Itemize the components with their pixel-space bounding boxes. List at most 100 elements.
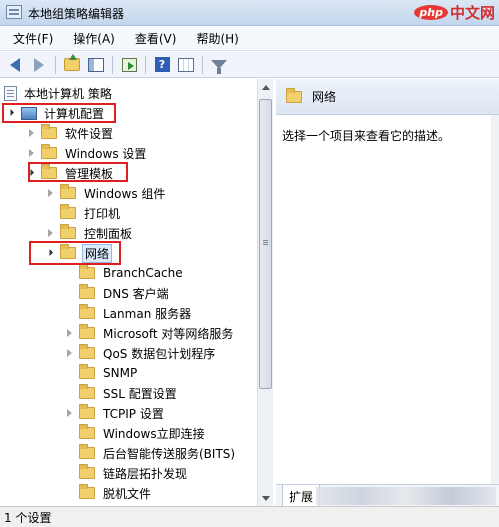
navigation-tree[interactable]: 本地计算机 策略 计算机配置 软件设置 Windows 设置 管理模板 Wind… [0, 79, 273, 506]
collapsed-triangle-icon[interactable] [26, 128, 37, 139]
scrollbar-thumb[interactable] [259, 99, 272, 389]
tree-item-microsoft-p2p[interactable]: Microsoft 对等网络服务 [64, 323, 235, 343]
tree-item-qos-scheduler[interactable]: QoS 数据包计划程序 [64, 343, 217, 363]
collapsed-triangle-icon[interactable] [45, 228, 56, 239]
collapsed-triangle-icon[interactable] [26, 148, 37, 159]
tab-extended[interactable]: 扩展 [282, 485, 321, 507]
back-arrow-icon [10, 57, 20, 72]
toolbar-separator [55, 55, 56, 74]
toolbar-separator [112, 55, 113, 74]
folder-icon [79, 404, 95, 419]
collapsed-triangle-icon[interactable] [64, 348, 75, 359]
menu-view[interactable]: 查看(V) [128, 28, 184, 49]
scroll-down-arrow-icon[interactable] [258, 490, 273, 506]
tree-label: Lanman 服务器 [103, 306, 192, 321]
tree-label: TCPIP 设置 [103, 406, 164, 421]
tree-item-windows-connect-now[interactable]: Windows立即连接 [64, 423, 207, 443]
collapsed-triangle-icon[interactable] [64, 328, 75, 339]
toolbar-separator [202, 55, 203, 74]
toolbar: ? [0, 52, 499, 78]
highlight-admin-templates [28, 162, 128, 182]
export-icon [121, 57, 137, 72]
properties-grid-icon [178, 57, 194, 72]
tree-item-printers[interactable]: 打印机 [45, 203, 122, 223]
watermark-text: 中文网 [449, 3, 495, 22]
tree-label: SNMP [103, 366, 138, 380]
tree-vertical-scrollbar[interactable] [257, 79, 273, 506]
watermark-badge: php [414, 4, 448, 20]
folder-icon [79, 424, 95, 439]
view-tabs: 扩展 [276, 484, 499, 507]
tree-label: 脱机文件 [103, 486, 152, 501]
highlight-network [29, 241, 121, 265]
folder-icon [41, 124, 57, 139]
collapsed-triangle-icon[interactable] [45, 188, 56, 199]
folder-icon [60, 184, 76, 199]
tree-label: Microsoft 对等网络服务 [103, 326, 234, 341]
forward-button[interactable] [28, 54, 50, 76]
tree-item-windows-components[interactable]: Windows 组件 [45, 183, 167, 203]
tree-item-tcpip-settings[interactable]: TCPIP 设置 [64, 403, 166, 423]
folder-icon [79, 344, 95, 359]
tree-label: DNS 客户端 [103, 286, 169, 301]
details-vertical-scrollbar[interactable] [491, 115, 499, 487]
show-pane-icon [88, 57, 104, 72]
tree-label: 链路层拓扑发现 [103, 466, 188, 481]
tree-label: 后台智能传送服务(BITS) [103, 446, 236, 461]
filter-icon [211, 60, 227, 74]
up-one-level-button[interactable] [61, 54, 83, 76]
tree-label: Windows 设置 [65, 146, 147, 161]
tree-item-dns-client[interactable]: DNS 客户端 [64, 283, 171, 303]
toolbar-separator [145, 55, 146, 74]
details-pane: 网络 选择一个项目来查看它的描述。 扩展 [276, 79, 499, 507]
tree-item-control-panel[interactable]: 控制面板 [45, 223, 134, 243]
tree-item-link-layer-topology[interactable]: 链路层拓扑发现 [64, 463, 189, 483]
tree-label: 本地计算机 策略 [24, 86, 112, 101]
folder-icon [60, 224, 76, 239]
tree-label: QoS 数据包计划程序 [103, 346, 216, 361]
tree-item-offline-files[interactable]: 脱机文件 [64, 483, 153, 503]
show-hide-tree-button[interactable] [85, 54, 107, 76]
tree-item-local-policy[interactable]: 本地计算机 策略 [4, 83, 114, 103]
folder-icon [79, 384, 95, 399]
up-folder-icon [64, 54, 80, 71]
help-button[interactable]: ? [151, 54, 173, 76]
tree-item-bits[interactable]: 后台智能传送服务(BITS) [64, 443, 237, 463]
tree-item-software-settings[interactable]: 软件设置 [26, 123, 115, 143]
details-header: 网络 [276, 79, 499, 115]
tree-label: Windows立即连接 [103, 426, 205, 441]
scroll-up-arrow-icon[interactable] [258, 79, 273, 95]
properties-button[interactable] [175, 54, 197, 76]
tree-item-windows-settings[interactable]: Windows 设置 [26, 143, 148, 163]
export-list-button[interactable] [118, 54, 140, 76]
folder-icon [79, 324, 95, 339]
menu-file[interactable]: 文件(F) [6, 28, 60, 49]
folder-icon [79, 364, 95, 379]
folder-icon [79, 464, 95, 479]
folder-icon [286, 87, 302, 103]
tree-item-lanman-server[interactable]: Lanman 服务器 [64, 303, 193, 323]
tree-label: BranchCache [103, 266, 183, 280]
tree-item-ssl-config[interactable]: SSL 配置设置 [64, 383, 179, 403]
blurred-watermark [316, 487, 496, 505]
tree-item-snmp[interactable]: SNMP [64, 363, 139, 383]
status-bar: 1 个设置 [0, 506, 499, 527]
tree-item-branchcache[interactable]: BranchCache [64, 263, 185, 283]
help-icon: ? [154, 57, 170, 72]
back-button[interactable] [4, 54, 26, 76]
menu-action[interactable]: 操作(A) [66, 28, 122, 49]
menu-help[interactable]: 帮助(H) [189, 28, 245, 49]
filter-button[interactable] [208, 54, 230, 76]
collapsed-triangle-icon[interactable] [64, 408, 75, 419]
folder-icon [79, 444, 95, 459]
tree-label: Windows 组件 [84, 186, 166, 201]
policy-editor-app-icon [6, 5, 22, 19]
